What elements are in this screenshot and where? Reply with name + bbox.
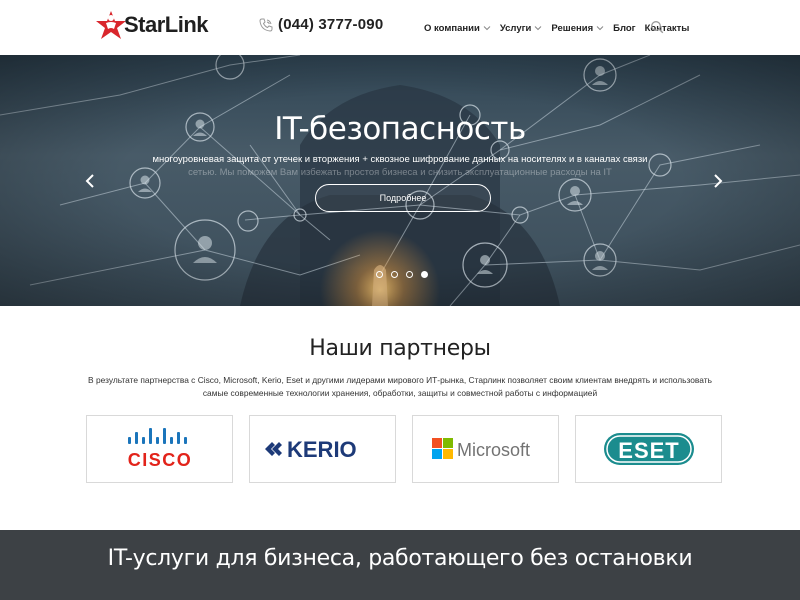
hero-subtitle: многоуровневая защита от утечек и вторже… — [152, 154, 648, 165]
slider-dot[interactable] — [376, 271, 383, 278]
hero-slider: IT-безопасность многоуровневая защита от… — [0, 55, 800, 306]
phone-text: (044) 3777-090 — [278, 16, 384, 33]
chevron-right-icon[interactable] — [710, 173, 724, 189]
star-logo-icon — [96, 11, 126, 39]
hero-title: IT-безопасность — [274, 111, 526, 147]
chevron-down-icon — [535, 26, 542, 31]
starlink-logo[interactable]: StarLink — [94, 10, 209, 40]
eset-logo-text: ESET — [618, 438, 679, 463]
phone-number[interactable]: (044) 3777-090 — [258, 16, 383, 33]
partners-title: Наши партнеры — [309, 336, 491, 361]
chevron-down-icon — [483, 26, 491, 31]
site-header: StarLink (044) 3777-090 О компании Услуг… — [0, 0, 800, 55]
microsoft-logo-text: Microsoft — [457, 440, 530, 460]
nav-item-about[interactable]: О компании — [424, 23, 491, 34]
slider-dot[interactable] — [406, 271, 413, 278]
nav-label: Решения — [551, 22, 594, 34]
slider-pagination — [376, 271, 436, 278]
eset-logo: ESET — [603, 433, 694, 465]
services-title: IT-услуги для бизнеса, работающего без о… — [107, 546, 693, 571]
nav-item-blog[interactable]: Блог — [613, 23, 636, 34]
chevron-left-icon[interactable] — [84, 173, 98, 189]
microsoft-logo: Microsoft — [431, 438, 530, 460]
kerio-logo: KERIO — [264, 437, 357, 462]
logo-text: StarLink — [124, 12, 209, 37]
chevron-down-icon — [596, 26, 604, 31]
more-button[interactable]: Подробнее — [315, 184, 491, 212]
nav-label: Услуги — [499, 22, 532, 34]
nav-item-services[interactable]: Услуги — [500, 23, 543, 34]
partners-description: В результате партнерства с Cisco, Micros… — [88, 375, 712, 398]
phone-icon — [259, 18, 273, 32]
nav-item-solutions[interactable]: Решения — [551, 23, 604, 34]
slider-dot[interactable] — [391, 271, 398, 278]
kerio-logo-text: KERIO — [287, 437, 357, 462]
partner-card-kerio[interactable]: KERIO — [249, 415, 396, 483]
partner-card-microsoft[interactable]: Microsoft — [412, 415, 559, 483]
services-band: IT-услуги для бизнеса, работающего без о… — [0, 530, 800, 600]
cisco-logo-text: CISCO — [127, 450, 192, 470]
slider-dot-active[interactable] — [421, 271, 428, 278]
search-icon[interactable] — [650, 20, 664, 34]
hero-subtitle-faded: сетью. Мы поможем Вам избежать простоя б… — [188, 167, 612, 178]
partner-logos: CISCO KERIO Microsoft ESET — [86, 415, 722, 483]
partner-card-cisco[interactable]: CISCO — [86, 415, 233, 483]
nav-label: Блог — [613, 22, 636, 34]
cisco-logo: CISCO — [127, 428, 192, 470]
network-background-image — [0, 55, 800, 306]
partner-card-eset[interactable]: ESET — [575, 415, 722, 483]
nav-label: О компании — [424, 22, 480, 34]
